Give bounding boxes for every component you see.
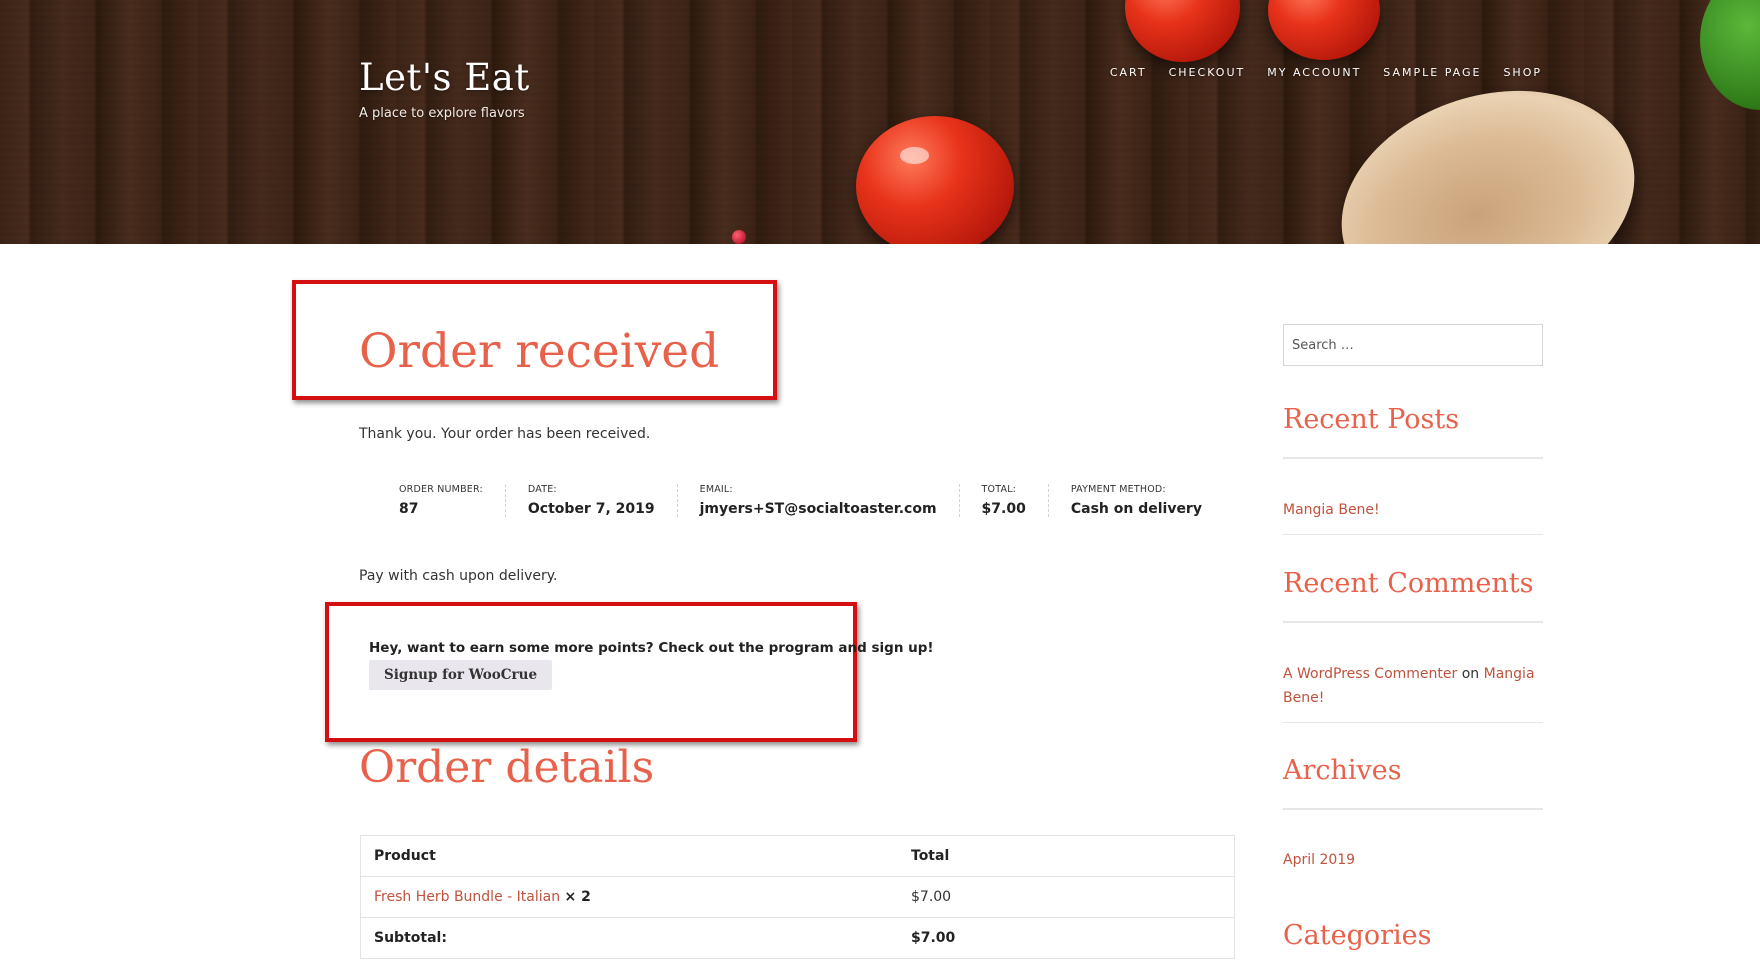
order-details-table: Product Total Fresh Herb Bundle - Italia… [360,835,1235,959]
recent-post-link[interactable]: Mangia Bene! [1283,502,1380,518]
site-tagline: A place to explore flavors [359,106,525,121]
archive-link[interactable]: April 2019 [1283,852,1355,868]
tomato-image [856,116,1014,244]
list-item: April 2019 [1283,848,1543,884]
comment-on-text: on [1461,666,1480,682]
list-item: Mangia Bene! [1283,498,1543,535]
order-payment-method: PAYMENT METHOD: Cash on delivery [1049,484,1224,517]
thank-you-message: Thank you. Your order has been received. [359,426,651,442]
points-promo-text: Hey, want to earn some more points? Chec… [369,640,934,656]
nav-sample-page[interactable]: SAMPLE PAGE [1383,66,1481,79]
overview-label: TOTAL: [981,484,1017,495]
table-row: Fresh Herb Bundle - Italian × 2 $7.00 [360,876,1235,918]
payment-note: Pay with cash upon delivery. [359,568,558,584]
main-nav: CART CHECKOUT MY ACCOUNT SAMPLE PAGE SHO… [1110,66,1542,79]
list-item: A WordPress Commenter on Mangia Bene! [1283,662,1543,723]
product-quantity: × 2 [564,889,591,905]
site-title[interactable]: Let's Eat [359,56,530,99]
overview-value: $7.00 [981,501,1026,517]
total-column-header: Total [898,835,1235,877]
archives-title: Archives [1283,755,1543,810]
nav-shop[interactable]: SHOP [1503,66,1542,79]
table-header-row: Product Total [360,835,1235,877]
order-date: DATE: October 7, 2019 [506,484,678,517]
recent-posts-title: Recent Posts [1283,404,1543,459]
order-details-title: Order details [359,742,655,793]
overview-value: Cash on delivery [1070,501,1202,517]
product-total: $7.00 [898,876,1235,918]
nav-cart[interactable]: CART [1110,66,1147,79]
overview-value: 87 [399,501,419,517]
overview-label: PAYMENT METHOD: [1070,484,1166,495]
comment-author-link[interactable]: A WordPress Commenter [1283,666,1457,682]
page-title: Order received [359,324,720,379]
subtotal-value: $7.00 [898,917,1235,959]
nav-my-account[interactable]: MY ACCOUNT [1267,66,1361,79]
order-email: EMAIL: jmyers+ST@socialtoaster.com [678,484,960,517]
nav-checkout[interactable]: CHECKOUT [1169,66,1246,79]
order-total: TOTAL: $7.00 [960,484,1049,517]
overview-label: ORDER NUMBER: [399,484,483,495]
overview-value: October 7, 2019 [527,501,655,517]
overview-label: DATE: [527,484,557,495]
order-number: ORDER NUMBER: 87 [399,484,506,517]
overview-label: EMAIL: [699,484,733,495]
overview-value: jmyers+ST@socialtoaster.com [699,501,937,517]
search-input[interactable] [1283,324,1543,366]
product-column-header: Product [360,835,898,877]
subtotal-label: Subtotal: [360,917,898,959]
product-link[interactable]: Fresh Herb Bundle - Italian [374,889,560,905]
points-promo: Hey, want to earn some more points? Chec… [369,640,934,690]
categories-title: Categories [1283,920,1432,951]
order-overview: ORDER NUMBER: 87 DATE: October 7, 2019 E… [399,484,1224,517]
site-header: Let's Eat A place to explore flavors CAR… [0,0,1760,244]
product-cell: Fresh Herb Bundle - Italian × 2 [360,876,898,918]
berry-image [732,230,746,244]
recent-comments-title: Recent Comments [1283,568,1543,623]
signup-button[interactable]: Signup for WooCrue [369,660,553,690]
table-row: Subtotal: $7.00 [360,917,1235,959]
